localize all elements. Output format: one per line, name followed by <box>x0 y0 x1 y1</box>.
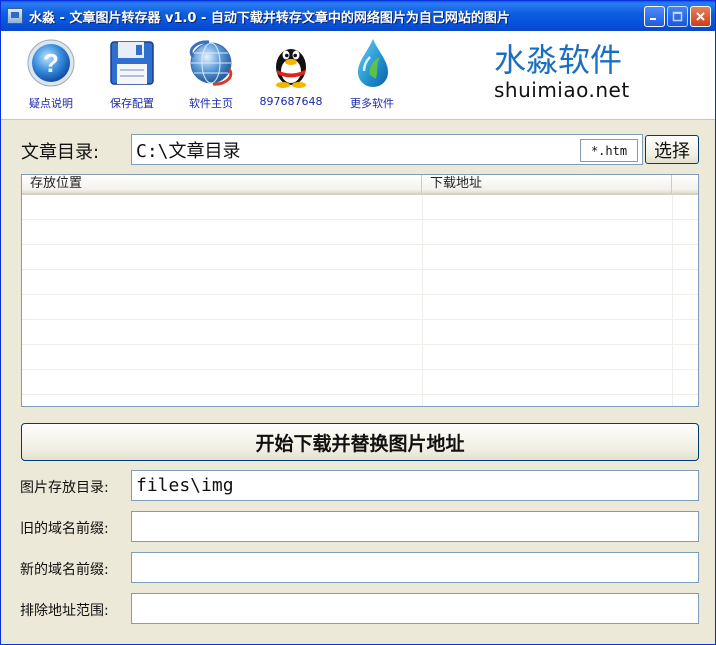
toolbar-help-label: 疑点说明 <box>29 97 73 110</box>
list-row[interactable] <box>22 270 698 295</box>
old-domain-prefix-input[interactable] <box>131 511 699 542</box>
list-row[interactable] <box>22 195 698 220</box>
list-row[interactable] <box>22 245 698 270</box>
toolbar-more-software-button[interactable]: 更多软件 <box>332 37 412 111</box>
toolbar-homepage-label: 软件主页 <box>189 97 233 110</box>
image-dir-label: 图片存放目录: <box>20 480 109 496</box>
app-icon <box>7 8 23 24</box>
brand-logo[interactable]: 水淼软件 shuimiao.net <box>494 43 630 101</box>
globe-icon <box>189 40 233 86</box>
list-header: 存放位置 下载地址 <box>22 175 698 195</box>
file-extension-filter-input[interactable] <box>580 139 638 162</box>
toolbar-qq-label: 897687648 <box>259 95 323 108</box>
exclude-url-range-input[interactable] <box>131 593 699 624</box>
qq-penguin-icon <box>276 49 306 88</box>
list-row[interactable] <box>22 345 698 370</box>
article-dir-label: 文章目录: <box>21 142 100 163</box>
window-controls <box>644 5 711 27</box>
toolbar-help-button[interactable]: ? 疑点说明 <box>11 37 91 111</box>
list-row[interactable] <box>22 395 698 406</box>
article-dir-input[interactable] <box>131 134 643 165</box>
water-drop-icon <box>358 39 388 87</box>
column-divider <box>422 195 423 406</box>
brand-name: 水淼软件 <box>494 41 623 79</box>
toolbar-save-config-label: 保存配置 <box>110 97 154 110</box>
list-row[interactable] <box>22 370 698 395</box>
new-domain-prefix-label: 新的域名前缀: <box>20 562 109 578</box>
column-header-filler <box>672 175 698 193</box>
minimize-icon <box>650 17 656 20</box>
list-body[interactable] <box>22 195 698 406</box>
list-row[interactable] <box>22 220 698 245</box>
toolbar-more-software-label: 更多软件 <box>350 97 394 110</box>
title-bar[interactable]: 水淼 - 文章图片转存器 v1.0 - 自动下载并转存文章中的网络图片为自己网站… <box>1 1 715 31</box>
new-domain-prefix-input[interactable] <box>131 552 699 583</box>
select-dir-button[interactable]: 选择 <box>645 135 699 164</box>
image-dir-input[interactable] <box>131 470 699 501</box>
toolbar-qq-button[interactable]: 897687648 <box>251 37 331 108</box>
main-window: 水淼 - 文章图片转存器 v1.0 - 自动下载并转存文章中的网络图片为自己网站… <box>0 0 716 645</box>
maximize-icon <box>672 11 683 21</box>
column-header-download-url[interactable]: 下载地址 <box>422 175 672 193</box>
brand-domain: shuimiao.net <box>494 78 630 102</box>
exclude-url-range-label: 排除地址范围: <box>20 603 109 619</box>
window-title: 水淼 - 文章图片转存器 v1.0 - 自动下载并转存文章中的网络图片为自己网站… <box>29 10 510 26</box>
toolbar: ? 疑点说明 保存配置 软件主页 897687648 更多软件 水淼软件 shu… <box>1 31 715 120</box>
column-divider <box>672 195 673 406</box>
svg-text:?: ? <box>43 48 59 78</box>
maximize-button[interactable] <box>667 5 688 27</box>
toolbar-save-config-button[interactable]: 保存配置 <box>92 37 172 111</box>
toolbar-homepage-button[interactable]: 软件主页 <box>171 37 251 111</box>
column-header-storage-location[interactable]: 存放位置 <box>22 175 422 193</box>
help-icon: ? <box>27 39 75 87</box>
floppy-disk-icon <box>110 41 154 85</box>
minimize-button[interactable] <box>644 5 665 27</box>
old-domain-prefix-label: 旧的域名前缀: <box>20 521 109 537</box>
start-download-replace-button[interactable]: 开始下载并替换图片地址 <box>21 423 699 461</box>
list-row[interactable] <box>22 320 698 345</box>
close-icon <box>696 11 705 21</box>
list-row[interactable] <box>22 295 698 320</box>
download-list[interactable]: 存放位置 下载地址 <box>21 174 699 407</box>
close-button[interactable] <box>690 5 711 27</box>
